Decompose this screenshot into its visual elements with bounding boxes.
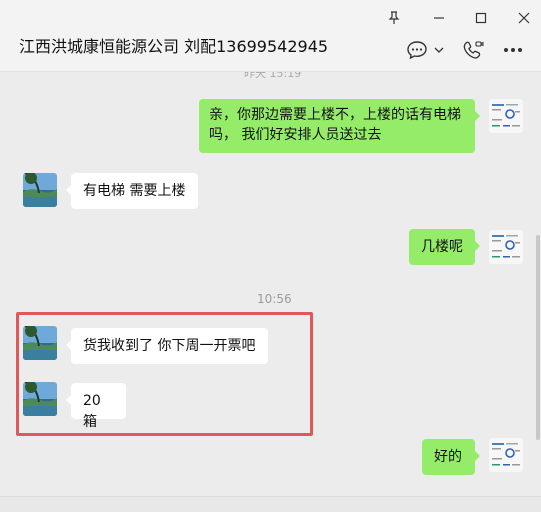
contact-avatar[interactable] bbox=[23, 382, 57, 416]
message-text: 有电梯 需要上楼 bbox=[83, 183, 186, 199]
more-icon[interactable] bbox=[502, 38, 524, 62]
pin-icon[interactable] bbox=[382, 6, 406, 30]
message-text: 货我收到了 你下周一开票吧 bbox=[83, 338, 256, 354]
close-icon[interactable] bbox=[512, 6, 536, 30]
chat-bubble-icon[interactable] bbox=[405, 38, 429, 62]
partial-timestamp: 昨天 15:19 bbox=[244, 72, 302, 80]
message-text: 几楼呢 bbox=[421, 239, 463, 255]
chat-title: 江西洪城康恒能源公司 刘配13699542945 bbox=[19, 37, 329, 56]
self-avatar[interactable] bbox=[489, 438, 523, 472]
call-icon[interactable] bbox=[461, 38, 485, 62]
message-text-line: 亲，你那边需要上楼不，上楼的话有电梯 bbox=[209, 107, 461, 123]
maximize-icon[interactable] bbox=[469, 6, 493, 30]
message-text-line: 吗， 我们好安排人员送过去 bbox=[209, 127, 382, 143]
chevron-down-icon[interactable] bbox=[432, 38, 446, 62]
incoming-message[interactable]: 20箱 bbox=[66, 383, 126, 430]
message-text: 好的 bbox=[434, 449, 462, 465]
outgoing-message[interactable]: 几楼呢 bbox=[409, 229, 480, 265]
incoming-message[interactable]: 货我收到了 你下周一开票吧 bbox=[66, 328, 268, 364]
chat-scrollbar[interactable] bbox=[536, 235, 540, 440]
chat-area[interactable]: 昨天 15:19 亲，你那边需要上楼不，上楼的话有电梯 吗， 我们好安排人员送过… bbox=[0, 72, 541, 511]
input-area-edge bbox=[0, 496, 541, 512]
self-avatar[interactable] bbox=[489, 230, 523, 264]
self-avatar[interactable] bbox=[489, 99, 523, 133]
outgoing-message[interactable]: 亲，你那边需要上楼不，上楼的话有电梯 吗， 我们好安排人员送过去 bbox=[199, 99, 480, 153]
message-text: 20箱 bbox=[83, 393, 101, 430]
timestamp: 10:56 bbox=[257, 292, 292, 306]
incoming-message[interactable]: 有电梯 需要上楼 bbox=[66, 173, 198, 209]
contact-avatar[interactable] bbox=[23, 326, 57, 360]
contact-avatar[interactable] bbox=[23, 173, 57, 207]
outgoing-message[interactable]: 好的 bbox=[422, 439, 480, 475]
chat-header: 江西洪城康恒能源公司 刘配13699542945 bbox=[0, 0, 541, 72]
minimize-icon[interactable] bbox=[427, 6, 451, 30]
